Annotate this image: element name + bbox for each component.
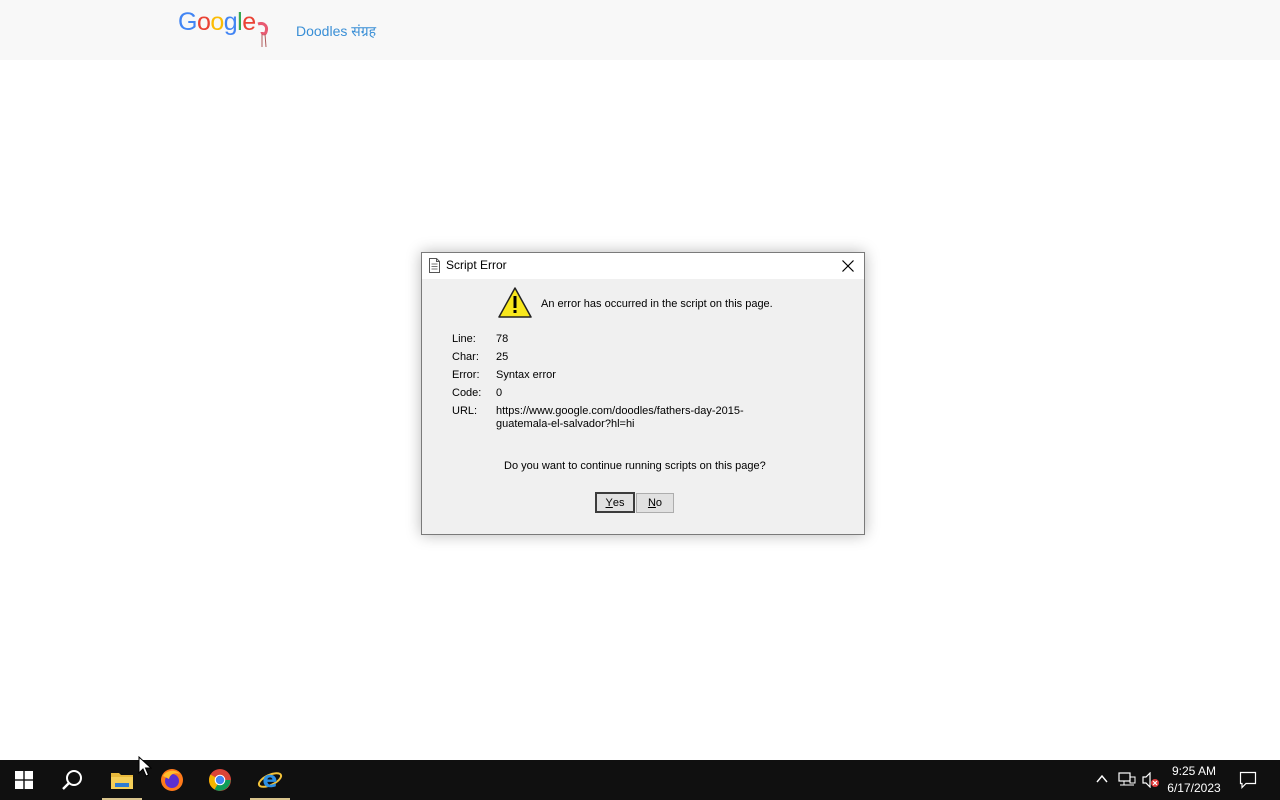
no-label: o [655,497,663,509]
notifications-icon[interactable] [1239,771,1257,789]
no-accelerator: N [647,497,656,509]
taskbar-chrome[interactable] [196,760,244,800]
detail-label: Char: [452,351,479,363]
taskbar-internet-explorer[interactable]: e [246,760,294,800]
detail-label: Code: [452,387,482,399]
chevron-up-icon[interactable] [1096,774,1108,784]
file-explorer-icon [111,773,133,789]
yes-button[interactable]: Yes [595,492,635,513]
search-icon [62,770,82,790]
start-icon [15,771,33,789]
script-error-dialog: Script Error An error has occurred in th… [421,252,865,535]
continue-question: Do you want to continue running scripts … [504,460,766,472]
detail-label: URL: [452,405,478,417]
mouse-cursor-icon [138,756,152,777]
volume-muted-icon[interactable] [1142,772,1160,788]
page-header: Google Doodles संग्रह [0,0,1280,60]
clock-date: 6/17/2023 [1167,781,1221,795]
svg-text:e: e [263,768,278,792]
chrome-icon [209,769,231,791]
close-button[interactable] [832,253,864,279]
clock-time: 9:25 AM [1171,764,1217,778]
detail-value: 0 [496,387,503,399]
warning-icon [498,287,532,324]
detail-value: Syntax error [496,369,556,381]
start-button[interactable] [0,760,48,800]
yes-label: es [612,496,625,509]
close-icon [842,260,854,272]
internet-explorer-icon: e [257,768,283,792]
google-doodle-logo[interactable]: Google [178,8,270,48]
document-icon [428,258,441,278]
flamingo-icon [257,22,268,48]
error-message: An error has occurred in the script on t… [541,298,773,310]
detail-value: 78 [496,333,509,345]
detail-value: 25 [496,351,509,363]
dialog-titlebar[interactable]: Script Error [422,253,864,279]
taskbar: e 9:25 AM 6/17/2023 [0,760,1280,800]
doodles-archive-link[interactable]: Doodles संग्रह [296,22,376,41]
detail-label: Line: [452,333,476,345]
taskbar-clock[interactable]: 9:25 AM 6/17/2023 [1160,763,1228,797]
no-button[interactable]: No [636,493,674,513]
detail-value: https://www.google.com/doodles/fathers-d… [496,405,744,430]
network-icon[interactable] [1118,772,1136,788]
dialog-title: Script Error [446,258,507,272]
taskbar-firefox[interactable] [148,760,196,800]
detail-label: Error: [452,369,480,381]
yes-accelerator: Y [605,496,613,509]
search-button[interactable] [48,760,96,800]
firefox-icon [161,769,183,791]
